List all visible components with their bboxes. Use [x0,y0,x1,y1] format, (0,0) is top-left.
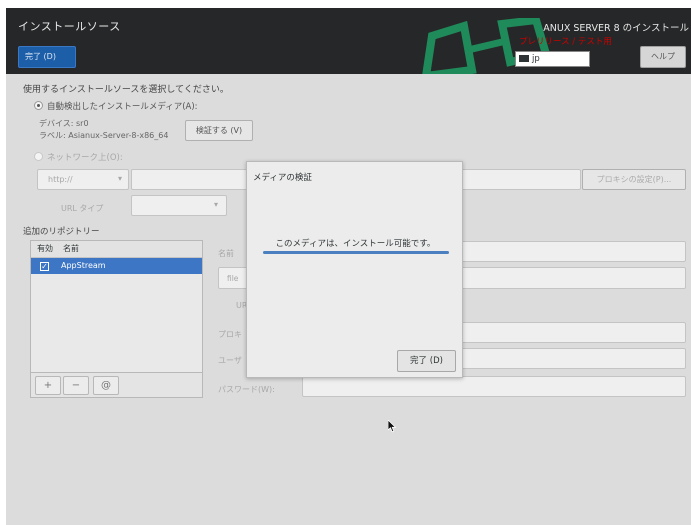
keyboard-icon [519,55,529,62]
protocol-value: http:// [48,175,73,184]
remove-repo-button[interactable]: − [63,376,89,395]
device-text: デバイス: sr0 [39,119,89,128]
dialog-title: メディアの検証 [253,173,312,183]
network-label: ネットワーク上(O): [47,153,123,163]
product-name: ANUX SERVER 8 のインストール [543,23,689,34]
media-label-text: ラベル: Asianux-Server-8-x86_64 [39,131,169,140]
repo-row[interactable]: ✓ AppStream [31,258,202,274]
header-bar: インストールソース 完了 (D) ANUX SERVER 8 のインストール プ… [6,8,691,74]
repo-user-label: ユーザ [218,356,242,365]
repo-password-label: パスワード(W): [218,385,275,394]
repo-enabled-checkbox[interactable]: ✓ [40,262,49,271]
col-name-header: 名前 [63,244,79,253]
repo-list-header: 有効 名前 [31,241,202,258]
repo-password-input[interactable] [302,376,686,397]
repo-toolbar: + − @ [30,372,203,398]
url-type-label: URL タイプ [61,204,104,213]
repo-url-prefix: file [227,274,239,283]
chevron-down-icon: ▾ [118,174,123,183]
keyboard-layout-value: jp [532,54,540,64]
source-heading: 使用するインストールソースを選択してください。 [23,85,229,95]
verify-button[interactable]: 検証する (V) [185,120,253,141]
verification-progress-bar [263,251,449,254]
reset-repo-button[interactable]: @ [93,376,119,395]
keyboard-layout-indicator[interactable]: jp [515,51,590,67]
dialog-done-button[interactable]: 完了 (D) [397,350,456,372]
prerelease-label: プレリリース / テスト用 [519,37,612,47]
add-repo-button[interactable]: + [35,376,61,395]
col-enabled-header: 有効 [37,244,53,253]
protocol-select[interactable]: http:// ▾ [37,169,129,190]
auto-media-radio[interactable] [34,101,43,110]
dialog-message: このメディアは、インストール可能です。 [275,239,436,249]
done-button[interactable]: 完了 (D) [18,46,76,68]
url-type-select[interactable]: ▾ [131,195,227,216]
chevron-down-icon: ▾ [214,200,219,209]
repo-name: AppStream [61,261,106,270]
proxy-settings-button[interactable]: プロキシの設定(P)... [582,169,686,190]
network-radio[interactable] [34,152,43,161]
auto-media-label: 自動検出したインストールメディア(A): [47,102,198,112]
media-check-dialog: メディアの検証 このメディアは、インストール可能です。 完了 (D) [246,161,463,378]
page-title: インストールソース [18,20,121,33]
help-button[interactable]: ヘルプ [640,46,686,68]
repo-name-label: 名前 [218,249,234,258]
mouse-cursor-icon [388,420,397,433]
repo-proxy-label: プロキ [218,330,242,339]
repos-heading: 追加のリポジトリー [23,227,100,237]
